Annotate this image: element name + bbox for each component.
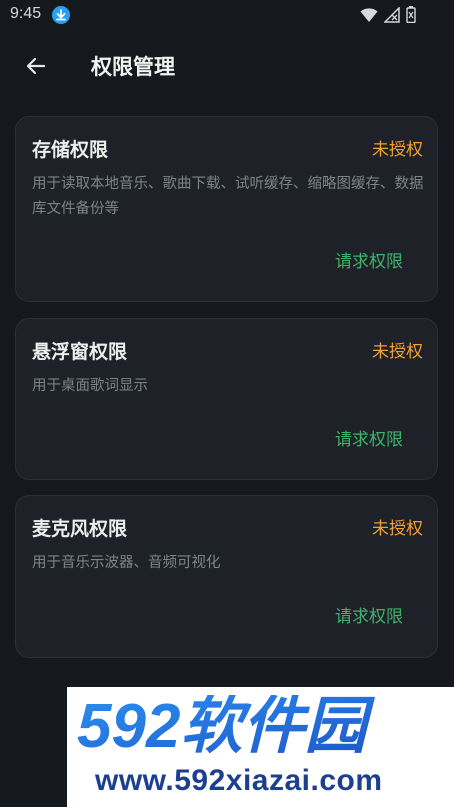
status-bar: 9:45 (0, 0, 454, 30)
permission-status-badge: 未授权 (372, 140, 423, 160)
permission-title: 悬浮窗权限 (32, 341, 128, 363)
watermark-logo: 592软件园 (77, 695, 375, 755)
arrow-left-icon (26, 57, 46, 75)
wifi-icon (360, 7, 378, 27)
permission-card-microphone: 麦克风权限 未授权 用于音乐示波器、音频可视化 请求权限 (15, 495, 438, 658)
permission-description: 用于音乐示波器、音频可视化 (32, 555, 221, 571)
permission-title: 存储权限 (32, 139, 109, 161)
request-permission-button[interactable]: 请求权限 (335, 602, 403, 627)
permission-card-floating-window: 悬浮窗权限 未授权 用于桌面歌词显示 请求权限 (15, 318, 438, 480)
svg-text:592软件园: 592软件园 (77, 695, 375, 755)
permission-description: 用于桌面歌词显示 (32, 378, 148, 394)
request-permission-button[interactable]: 请求权限 (335, 247, 403, 272)
page-title: 权限管理 (91, 55, 175, 79)
permission-card-storage: 存储权限 未授权 用于读取本地音乐、歌曲下载、试听缓存、缩略图缓存、数据库文件备… (15, 116, 438, 302)
permission-status-badge: 未授权 (372, 519, 423, 539)
status-time: 9:45 (10, 5, 42, 22)
permission-status-badge: 未授权 (372, 342, 423, 362)
signal-icon (383, 5, 400, 27)
permission-title: 麦克风权限 (32, 518, 128, 540)
watermark-overlay: 592软件园 www.592xiazai.com (67, 687, 454, 807)
watermark-url: www.592xiazai.com (95, 764, 383, 797)
battery-icon (406, 6, 416, 27)
download-icon (52, 6, 70, 24)
request-permission-button[interactable]: 请求权限 (335, 425, 403, 450)
permission-description: 用于读取本地音乐、歌曲下载、试听缓存、缩略图缓存、数据库文件备份等 (32, 176, 424, 217)
back-button[interactable] (22, 52, 50, 80)
